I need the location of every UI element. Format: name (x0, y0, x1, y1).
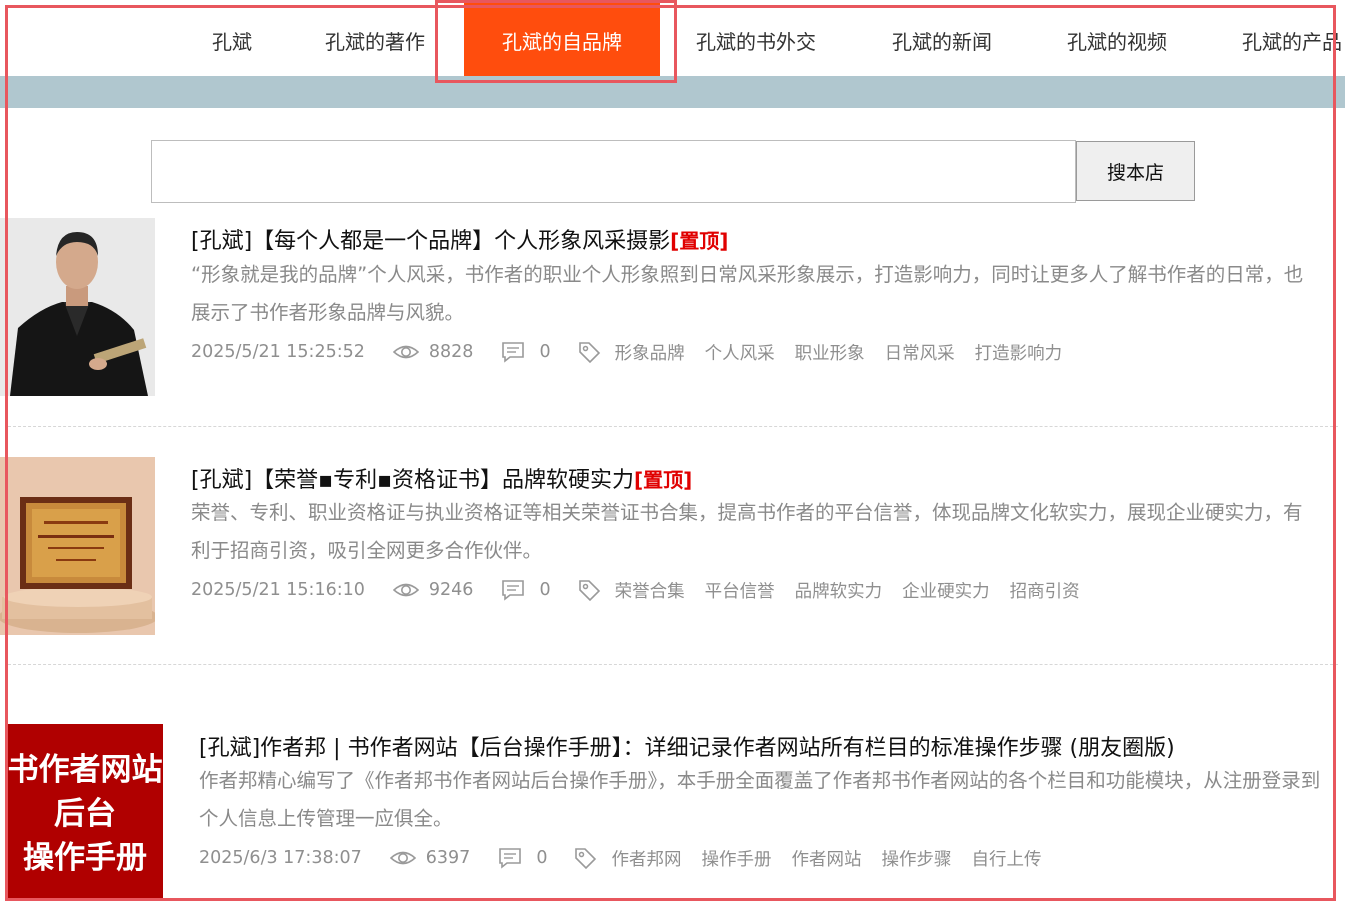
tag-link[interactable]: 打造影响力 (975, 340, 1063, 365)
nav-item-self-brand[interactable]: 孔斌的自品牌 (464, 0, 660, 76)
comment-count: 0 (539, 342, 551, 362)
article-thumbnail[interactable]: 书作者网站 后台 操作手册 (7, 724, 163, 900)
article-title[interactable]: [孔斌]【每个人都是一个品牌】个人形象风采摄影[置顶] (191, 223, 728, 255)
comment-icon (501, 579, 525, 601)
article-date: 2025/5/21 15:25:52 (191, 342, 365, 362)
portrait-photo-icon (0, 218, 155, 396)
nav-item-kongbin[interactable]: 孔斌 (212, 0, 252, 76)
article-title[interactable]: [孔斌]【荣誉▪专利▪资格证书】品牌软硬实力[置顶] (191, 462, 692, 494)
tag-link[interactable]: 操作步骤 (881, 846, 951, 871)
tag-link[interactable]: 平台信誉 (705, 578, 775, 603)
tag-link[interactable]: 形象品牌 (615, 340, 685, 365)
tag-link[interactable]: 作者邦网 (611, 846, 681, 871)
list-divider (8, 664, 1338, 665)
nav-item-works[interactable]: 孔斌的著作 (325, 0, 425, 76)
comment-icon (498, 847, 522, 869)
pinned-badge: [置顶] (670, 229, 729, 253)
top-nav: 孔斌 孔斌的著作 孔斌的自品牌 孔斌的书外交 孔斌的新闻 孔斌的视频 孔斌的产品 (0, 0, 1345, 76)
eye-icon (392, 343, 419, 361)
article-date: 2025/5/21 15:16:10 (191, 580, 365, 600)
thumbnail-line: 后台 (54, 796, 116, 832)
article-description: 作者邦精心编写了《作者邦书作者网站后台操作手册》，本手册全面覆盖了作者邦书作者网… (199, 769, 1321, 830)
article-thumbnail[interactable] (0, 218, 155, 396)
nav-item-products[interactable]: 孔斌的产品 (1242, 0, 1342, 76)
list-divider (8, 426, 1338, 427)
view-count: 9246 (428, 580, 474, 600)
eye-icon (392, 581, 419, 599)
tag-link[interactable]: 荣誉合集 (615, 578, 685, 603)
tag-link[interactable]: 招商引资 (1010, 578, 1080, 603)
tag-link[interactable]: 日常风采 (885, 340, 955, 365)
comment-count: 0 (539, 580, 551, 600)
tag-link[interactable]: 职业形象 (795, 340, 865, 365)
tag-icon (573, 846, 597, 870)
tag-link[interactable]: 个人风采 (705, 340, 775, 365)
thumbnail-line: 操作手册 (23, 840, 147, 876)
tag-icon (577, 340, 601, 364)
article-meta: 2025/5/21 15:25:52 8828 0 形象品牌 个人风采 职业形象… (191, 340, 1082, 364)
eye-icon (389, 849, 416, 867)
header-band (0, 76, 1345, 108)
tag-link[interactable]: 品牌软实力 (795, 578, 883, 603)
nav-item-news[interactable]: 孔斌的新闻 (892, 0, 992, 76)
comment-count: 0 (536, 848, 548, 868)
article-meta: 2025/6/3 17:38:07 6397 0 作者邦网 操作手册 作者网站 … (199, 846, 1061, 870)
thumbnail-line: 书作者网站 (7, 752, 163, 788)
search-store-button[interactable]: 搜本店 (1076, 141, 1195, 201)
article-thumbnail[interactable] (0, 457, 155, 635)
view-count: 8828 (428, 342, 474, 362)
nav-item-book-diplomacy[interactable]: 孔斌的书外交 (696, 0, 816, 76)
tag-icon (577, 578, 601, 602)
tag-link[interactable]: 作者网站 (791, 846, 861, 871)
article-description: 荣誉、专利、职业资格证与执业资格证等相关荣誉证书合集，提高书作者的平台信誉，体现… (191, 501, 1303, 562)
article-date: 2025/6/3 17:38:07 (199, 848, 362, 868)
tag-link[interactable]: 企业硬实力 (902, 578, 990, 603)
certificate-photo-icon (0, 457, 155, 635)
search-input[interactable] (151, 140, 1076, 203)
article-description: “形象就是我的品牌”个人风采，书作者的职业个人形象照到日常风采形象展示，打造影响… (191, 263, 1304, 324)
tag-link[interactable]: 操作手册 (701, 846, 771, 871)
view-count: 6397 (425, 848, 471, 868)
tag-link[interactable]: 自行上传 (971, 846, 1041, 871)
pinned-badge: [置顶] (634, 468, 693, 492)
article-meta: 2025/5/21 15:16:10 9246 0 荣誉合集 平台信誉 品牌软实… (191, 578, 1100, 602)
nav-item-videos[interactable]: 孔斌的视频 (1067, 0, 1167, 76)
article-title[interactable]: [孔斌]作者邦 | 书作者网站【后台操作手册】：详细记录作者网站所有栏目的标准操… (199, 730, 1175, 762)
comment-icon (501, 341, 525, 363)
